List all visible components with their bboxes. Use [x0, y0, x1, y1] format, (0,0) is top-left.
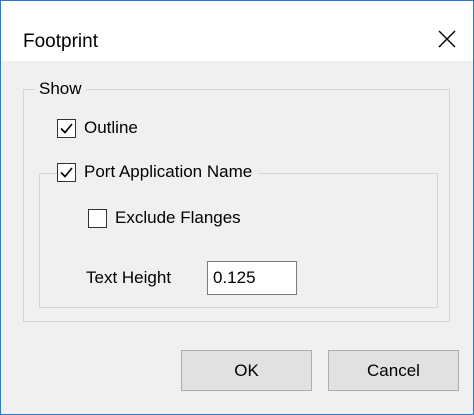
exclude-flanges-checkbox[interactable] — [88, 208, 107, 228]
show-group-legend: Show — [35, 79, 86, 99]
cancel-button[interactable]: Cancel — [328, 350, 459, 391]
dialog-title: Footprint — [23, 31, 98, 52]
text-height-input[interactable] — [207, 261, 297, 295]
footprint-dialog: Footprint Show Outline Port Application … — [0, 0, 474, 415]
checkmark-icon — [60, 122, 73, 134]
port-app-name-checkbox[interactable] — [57, 162, 76, 182]
exclude-flanges-label: Exclude Flanges — [115, 208, 241, 227]
port-app-name-label: Port Application Name — [84, 162, 253, 181]
port-app-name-checkbox-row[interactable]: Port Application Name — [57, 162, 259, 182]
text-height-label: Text Height — [86, 268, 172, 287]
close-button[interactable] — [427, 19, 467, 59]
checkmark-icon — [60, 166, 73, 178]
close-icon — [438, 30, 456, 48]
outline-checkbox[interactable] — [57, 118, 76, 138]
outline-label: Outline — [84, 118, 138, 137]
outline-checkbox-row[interactable]: Outline — [57, 118, 138, 138]
title-bar: Footprint — [1, 1, 473, 61]
exclude-flanges-checkbox-row[interactable]: Exclude Flanges — [88, 208, 241, 228]
ok-button[interactable]: OK — [181, 350, 312, 391]
